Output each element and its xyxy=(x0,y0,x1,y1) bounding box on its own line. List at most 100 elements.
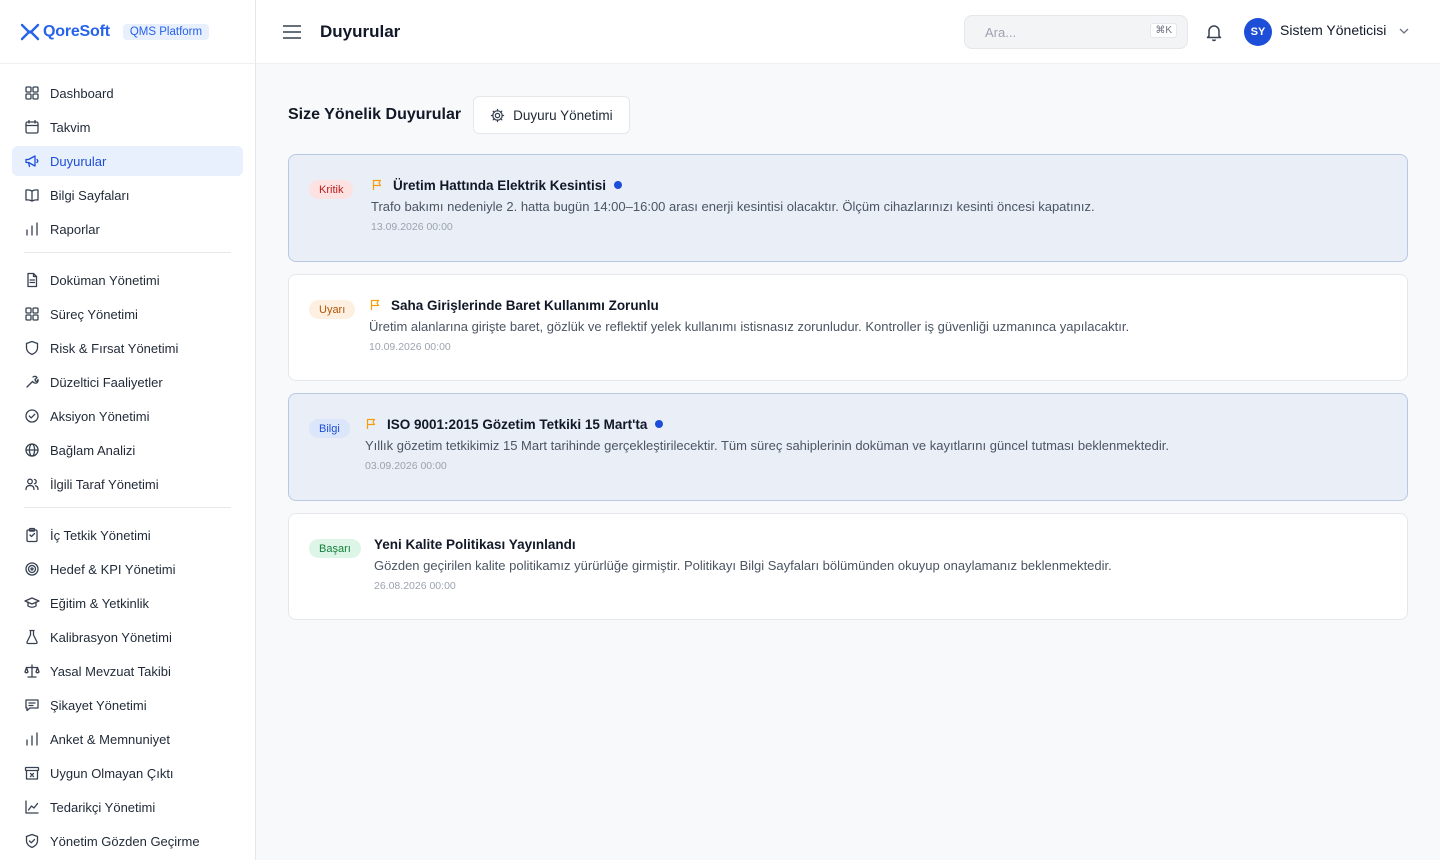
megaphone-icon xyxy=(24,153,40,169)
shield-icon xyxy=(24,340,40,356)
calendar-icon xyxy=(24,119,40,135)
sidebar-item-yönetim-gözden-geçirme[interactable]: Yönetim Gözden Geçirme xyxy=(12,826,243,856)
menu-toggle-button[interactable] xyxy=(282,22,302,42)
sidebar-item-eğitim-yetkinlik[interactable]: Eğitim & Yetkinlik xyxy=(12,588,243,618)
priority-badge: Bilgi xyxy=(309,419,350,438)
announcement-date: 13.09.2026 00:00 xyxy=(371,221,453,233)
platform-badge: QMS Platform xyxy=(122,23,210,40)
gear-icon xyxy=(490,108,505,122)
sidebar-item-doküman-yönetimi[interactable]: Doküman Yönetimi xyxy=(12,265,243,295)
graduation-cap-icon xyxy=(24,595,40,611)
sidebar-item-label: Uygun Olmayan Çıktı xyxy=(50,765,174,781)
sidebar-item-label: Doküman Yönetimi xyxy=(50,272,160,288)
sidebar-item-label: Aksiyon Yönetimi xyxy=(50,408,150,424)
target-icon xyxy=(24,561,40,577)
sidebar-item-label: Dashboard xyxy=(50,85,114,101)
grid-icon xyxy=(24,306,40,322)
announcement-title: Saha Girişlerinde Baret Kullanımı Zorunl… xyxy=(391,297,659,313)
sidebar-item-raporlar[interactable]: Raporlar xyxy=(12,214,243,244)
sidebar-item-i-ç-tetkik-yönetimi[interactable]: İç Tetkik Yönetimi xyxy=(12,520,243,550)
search-input[interactable] xyxy=(965,16,1115,48)
globe-icon xyxy=(24,442,40,458)
unread-dot xyxy=(614,181,623,189)
sidebar-item-label: Şikayet Yönetimi xyxy=(50,697,147,713)
priority-badge: Başarı xyxy=(309,539,361,558)
book-icon xyxy=(24,187,40,203)
notification-bell-icon[interactable] xyxy=(1204,22,1224,42)
sidebar-item-label: Hedef & KPI Yönetimi xyxy=(50,561,176,577)
announcement-card[interactable]: Uyarı Saha Girişlerinde Baret Kullanımı Z… xyxy=(288,274,1408,381)
sidebar-item-label: Yönetim Gözden Geçirme xyxy=(50,833,200,849)
announcement-title: Yeni Kalite Politikası Yayınlandı xyxy=(374,536,576,552)
sidebar-item-label: Anket & Memnuniyet xyxy=(50,731,170,747)
users-icon xyxy=(24,476,40,492)
priority-badge: Kritik xyxy=(309,180,354,199)
main-content: Size Yönelik Duyurular Duyuru Yönetimi K… xyxy=(288,96,1408,632)
announcement-card[interactable]: Kritik Üretim Hattında Elektrik Kesintisi… xyxy=(288,154,1408,262)
chevron-down-icon[interactable] xyxy=(1398,25,1410,37)
sidebar-item-i-lgili-taraf-yönetimi[interactable]: İlgili Taraf Yönetimi xyxy=(12,469,243,499)
avatar[interactable]: SY xyxy=(1244,18,1272,46)
sidebar-item-label: Tedarikçi Yönetimi xyxy=(50,799,156,815)
priority-badge: Uyarı xyxy=(309,300,356,319)
sidebar-item-düzeltici-faaliyetler[interactable]: Düzeltici Faaliyetler xyxy=(12,367,243,397)
sidebar-item-label: Eğitim & Yetkinlik xyxy=(50,595,149,611)
sidebar-item-süreç-yönetimi[interactable]: Süreç Yönetimi xyxy=(12,299,243,329)
clipboard-icon xyxy=(24,527,40,543)
check-circle-icon xyxy=(24,408,40,424)
hamburger-icon xyxy=(283,24,301,39)
bar-chart-icon xyxy=(24,221,40,237)
sidebar-item-label: Süreç Yönetimi xyxy=(50,306,138,322)
announcement-management-button[interactable]: Duyuru Yönetimi xyxy=(473,96,630,134)
sidebar-item-label: Duyurular xyxy=(50,153,107,169)
announcement-title: Üretim Hattında Elektrik Kesintisi xyxy=(393,177,607,193)
sidebar: QoreSoft QMS Platform Dashboard Takvim Duy… xyxy=(0,0,256,860)
bar-chart-icon xyxy=(24,731,40,747)
brand[interactable]: QoreSoft QMS Platform xyxy=(0,0,255,64)
sidebar-item-duyurular[interactable]: Duyurular xyxy=(12,146,243,176)
section-title: Size Yönelik Duyurular xyxy=(288,106,462,123)
sidebar-item-yasal-mevzuat-takibi[interactable]: Yasal Mevzuat Takibi xyxy=(12,656,243,686)
page-title: Duyurular xyxy=(320,21,401,41)
sidebar-item-aksiyon-yönetimi[interactable]: Aksiyon Yönetimi xyxy=(12,401,243,431)
sidebar-item-kalibrasyon-yönetimi[interactable]: Kalibrasyon Yönetimi xyxy=(12,622,243,652)
grid-icon xyxy=(24,85,40,101)
announcement-card[interactable]: Başarı Yeni Kalite Politikası Yayınlandı G… xyxy=(288,513,1408,620)
sidebar-item-bilgi-sayfaları[interactable]: Bilgi Sayfaları xyxy=(12,180,243,210)
scale-icon xyxy=(24,663,40,679)
sidebar-item-tedarikçi-yönetimi[interactable]: Tedarikçi Yönetimi xyxy=(12,792,243,822)
sidebar-item-bağlam-analizi[interactable]: Bağlam Analizi xyxy=(12,435,243,465)
nav-divider xyxy=(24,507,231,508)
sidebar-item-label: Kalibrasyon Yönetimi xyxy=(50,629,172,645)
sidebar-item-hedef-kpi-yönetimi[interactable]: Hedef & KPI Yönetimi xyxy=(12,554,243,584)
logo-icon xyxy=(20,23,40,40)
file-icon xyxy=(24,272,40,288)
sidebar-item-risk-fırsat-yönetimi[interactable]: Risk & Fırsat Yönetimi xyxy=(12,333,243,363)
announcement-body: Gözden geçirilen kalite politikamız yürü… xyxy=(374,558,1112,573)
announcement-body: Üretim alanlarına girişte baret, gözlük … xyxy=(369,319,1130,334)
sidebar-item-anket-memnuniyet[interactable]: Anket & Memnuniyet xyxy=(12,724,243,754)
sidebar-item-label: Düzeltici Faaliyetler xyxy=(50,374,163,390)
sidebar-item-takvim[interactable]: Takvim xyxy=(12,112,243,142)
sidebar-item-dashboard[interactable]: Dashboard xyxy=(12,78,243,108)
announcement-management-label: Duyuru Yönetimi xyxy=(513,107,613,123)
sidebar-item-label: Bilgi Sayfaları xyxy=(50,187,130,203)
sidebar-item-label: Raporlar xyxy=(50,221,100,237)
sidebar-item-label: Yasal Mevzuat Takibi xyxy=(50,663,171,679)
search-shortcut: ⌘K xyxy=(1150,23,1177,38)
search-box[interactable]: ⌘K xyxy=(964,15,1188,49)
sidebar-item-şikayet-yönetimi[interactable]: Şikayet Yönetimi xyxy=(12,690,243,720)
wrench-icon xyxy=(24,374,40,390)
unread-dot xyxy=(655,420,664,428)
flag-icon[interactable] xyxy=(365,418,377,430)
announcement-list: Kritik Üretim Hattında Elektrik Kesintisi… xyxy=(288,154,1408,620)
brand-name: QoreSoft xyxy=(43,22,110,40)
sidebar-item-label: İlgili Taraf Yönetimi xyxy=(50,476,159,492)
user-menu-name[interactable]: Sistem Yöneticisi xyxy=(1280,22,1386,38)
archive-x-icon xyxy=(24,765,40,781)
announcement-card[interactable]: Bilgi ISO 9001:2015 Gözetim Tetkiki 15 Ma… xyxy=(288,393,1408,501)
sidebar-item-label: Takvim xyxy=(50,119,91,135)
flag-icon[interactable] xyxy=(371,179,383,191)
sidebar-item-uygun-olmayan-çıktı[interactable]: Uygun Olmayan Çıktı xyxy=(12,758,243,788)
flag-icon[interactable] xyxy=(369,299,381,311)
